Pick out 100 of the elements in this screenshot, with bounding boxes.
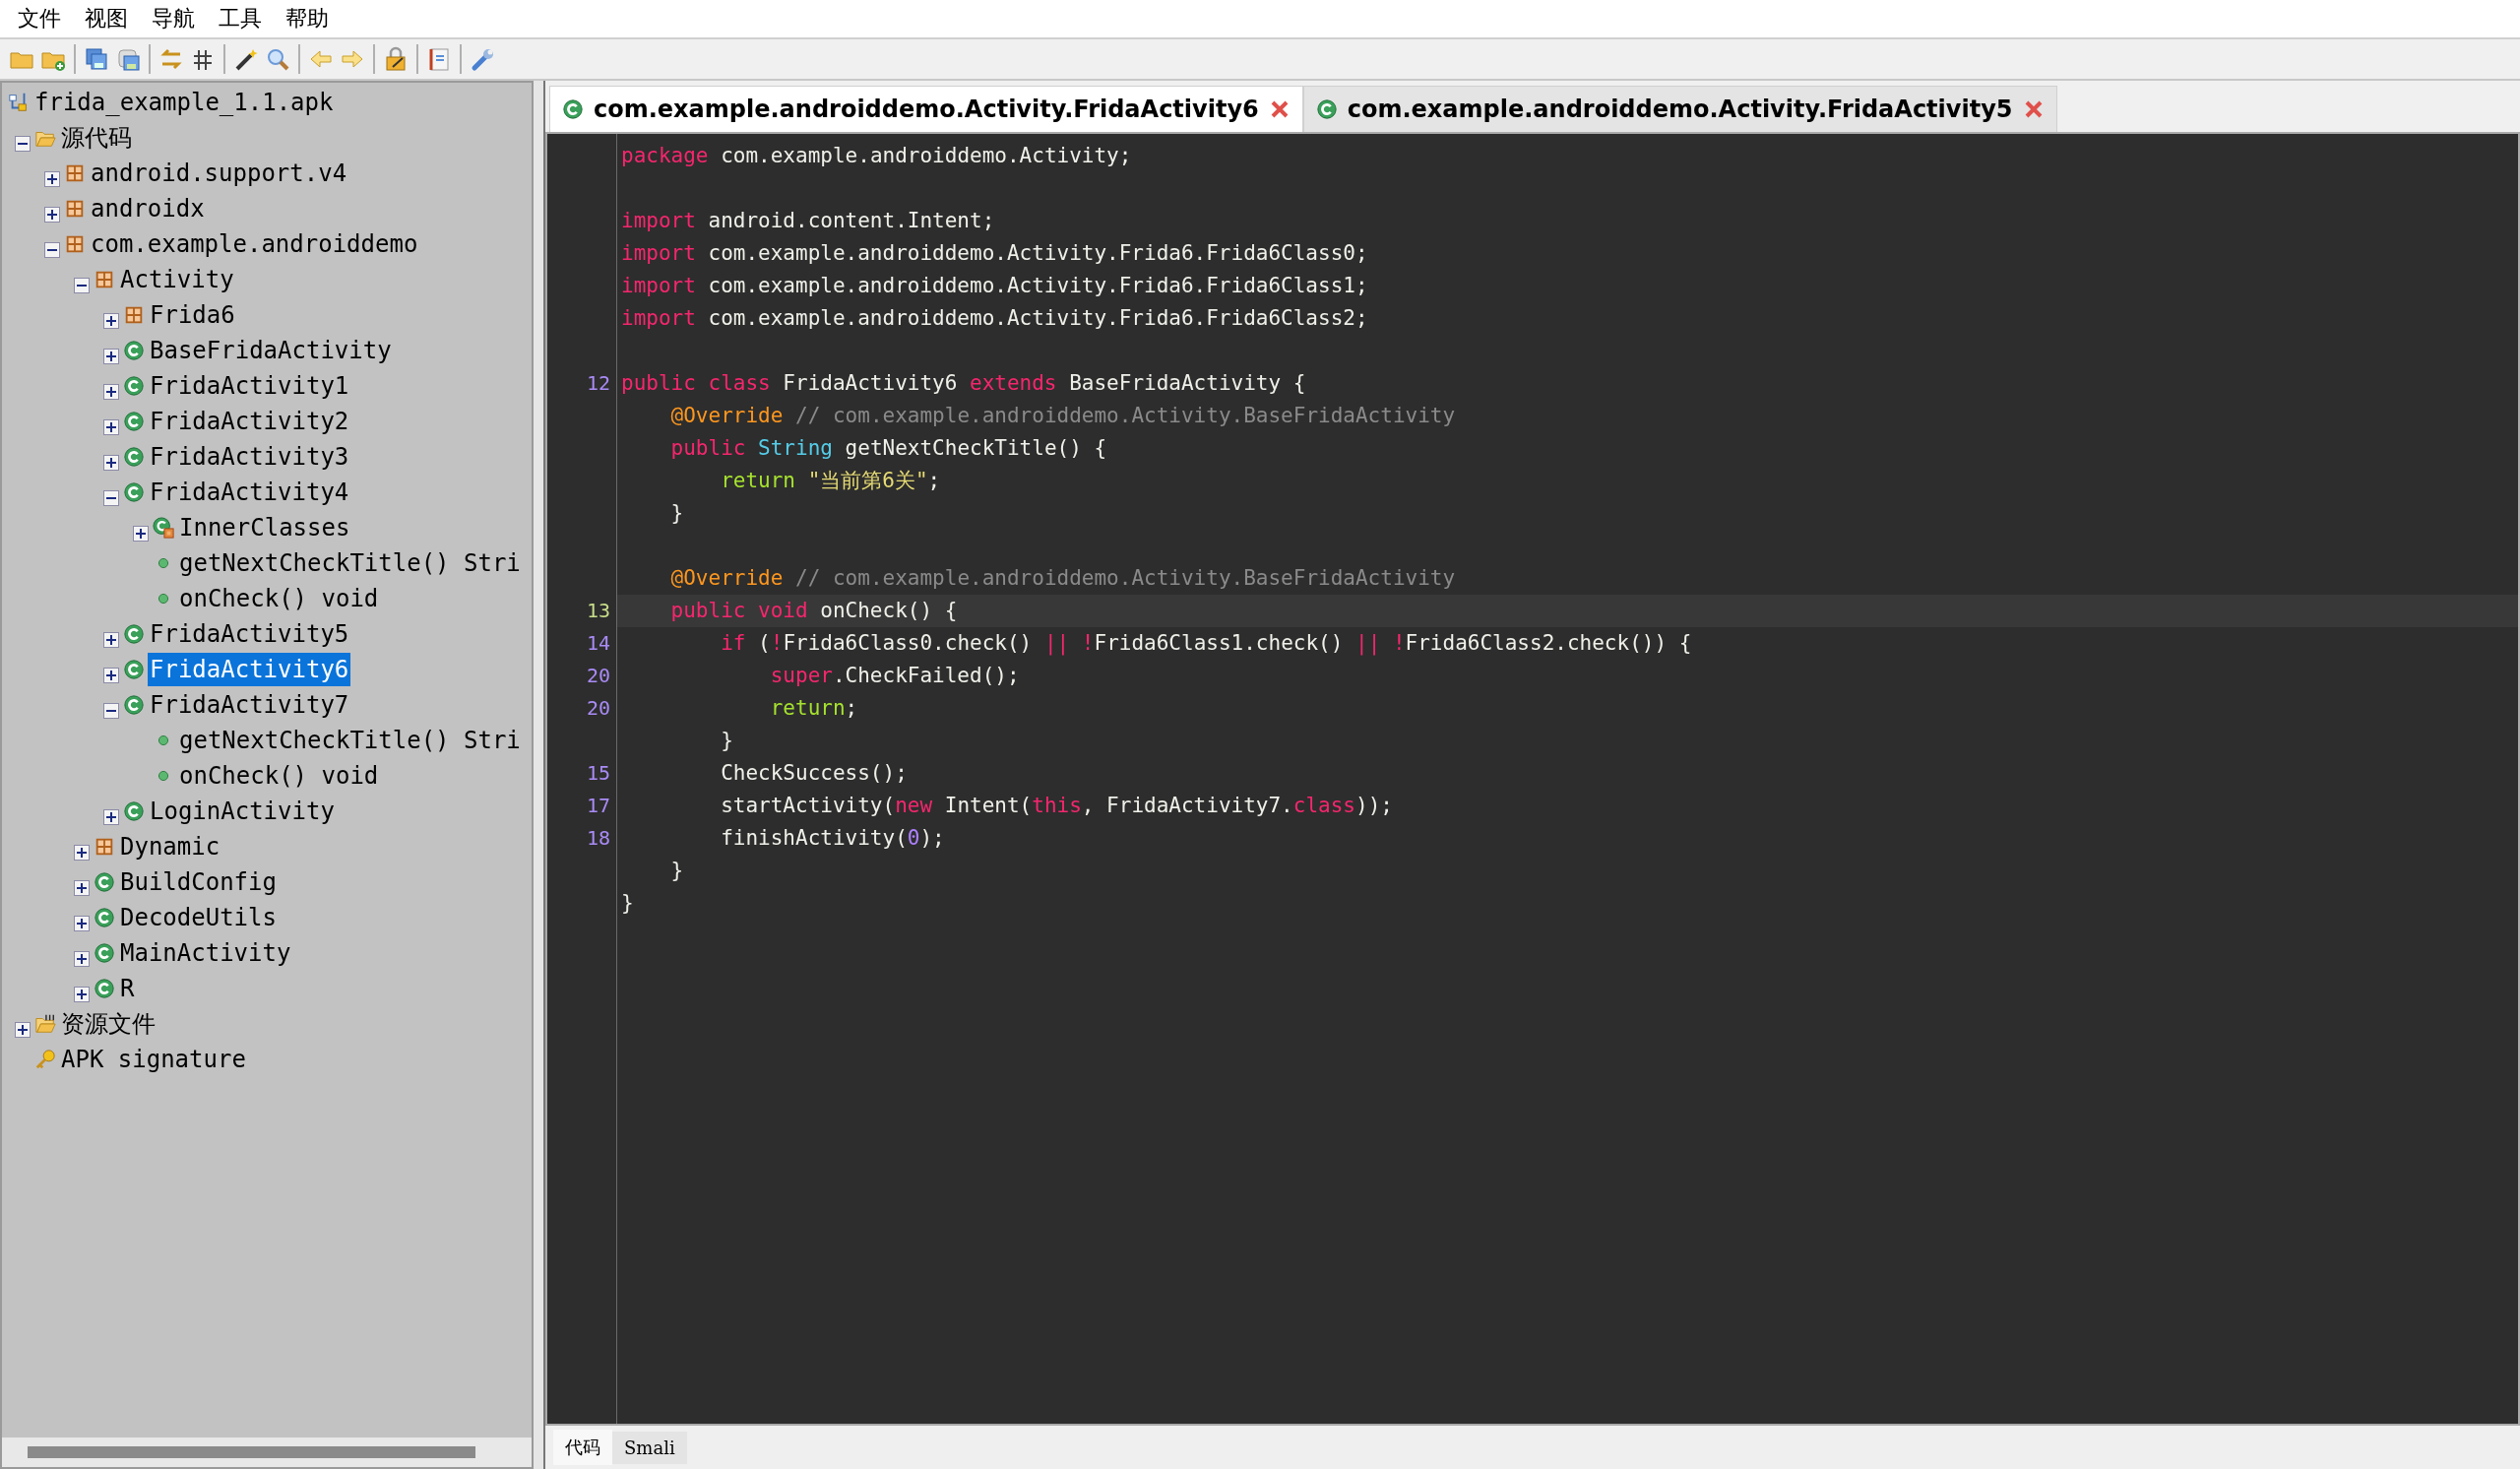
collapse-icon[interactable] <box>15 136 31 152</box>
line-number: 13 <box>585 598 611 624</box>
collapse-icon[interactable] <box>74 278 90 293</box>
tree-item[interactable]: android.support.v4 <box>89 157 349 190</box>
tree-item[interactable]: 资源文件 <box>59 1007 158 1041</box>
code-line: finishActivity(0); <box>720 825 946 852</box>
tree-item[interactable]: getNextCheckTitle() Stri <box>177 546 523 580</box>
package-icon <box>94 269 115 290</box>
expand-icon[interactable] <box>103 419 119 435</box>
package-icon <box>64 233 86 255</box>
tree-item[interactable]: MainActivity <box>118 936 293 970</box>
tree-item[interactable]: DecodeUtils <box>118 901 279 934</box>
expand-icon[interactable] <box>74 987 90 1002</box>
expand-icon[interactable] <box>103 384 119 400</box>
expand-icon[interactable] <box>44 171 60 187</box>
expand-icon[interactable] <box>74 951 90 967</box>
code-line: startActivity(new Intent(this, FridaActivity7.class)); <box>720 793 1394 819</box>
tree-item[interactable]: InnerClasses <box>177 511 352 544</box>
tree-item[interactable]: R <box>118 972 137 1005</box>
tree-item[interactable]: onCheck() void <box>177 582 381 615</box>
wrench-icon <box>470 46 495 72</box>
tree-item[interactable]: Dynamic <box>118 830 222 863</box>
tree-item[interactable]: getNextCheckTitle() Stri <box>177 724 523 757</box>
editor-tab[interactable]: com.example.androiddemo.Activity.FridaActivity6 <box>549 86 1303 132</box>
menu-item[interactable]: 帮助 <box>276 2 339 35</box>
expand-icon[interactable] <box>74 845 90 861</box>
menu-item[interactable]: 工具 <box>209 2 272 35</box>
class-icon <box>123 694 145 716</box>
tree-item[interactable]: com.example.androiddemo <box>89 227 420 261</box>
line-number: 15 <box>585 760 611 787</box>
expand-icon[interactable] <box>44 207 60 223</box>
class-icon <box>123 340 145 361</box>
class-icon <box>123 375 145 397</box>
tree-item[interactable]: FridaActivity4 <box>148 476 351 509</box>
tree-hierarchy-icon <box>8 92 30 113</box>
expand-icon[interactable] <box>15 1022 31 1038</box>
tree-item[interactable]: onCheck() void <box>177 759 381 793</box>
package-icon <box>64 198 86 220</box>
class-icon <box>94 907 115 928</box>
splitter[interactable] <box>534 81 545 1469</box>
expand-icon[interactable] <box>74 916 90 931</box>
save-all-icon <box>84 46 109 72</box>
code-line: public String getNextCheckTitle() { <box>669 435 1108 462</box>
scrollbar-thumb[interactable] <box>28 1446 475 1458</box>
expand-icon[interactable] <box>74 880 90 896</box>
tree-item[interactable]: APK signature <box>59 1043 248 1076</box>
tree-item[interactable]: FridaActivity2 <box>148 405 351 438</box>
code-line: @Override // com.example.androiddemo.Activity.BaseFridaActivity <box>669 403 1457 429</box>
editor-tab[interactable]: com.example.androiddemo.Activity.FridaActivity5 <box>1302 86 2057 132</box>
code-line: public void onCheck() { <box>669 598 959 624</box>
package-icon <box>64 162 86 184</box>
code-line: } <box>669 500 685 527</box>
tree-item[interactable]: LoginActivity <box>148 795 337 828</box>
view-tab[interactable]: Smali <box>612 1431 687 1464</box>
tree-item[interactable]: FridaActivity6 <box>148 653 351 686</box>
sync-arrows-icon <box>158 46 184 72</box>
code-line: @Override // com.example.androiddemo.Activity.BaseFridaActivity <box>669 565 1457 592</box>
tree-item[interactable]: BaseFridaActivity <box>148 334 394 367</box>
inner-class-icon <box>153 517 174 539</box>
expand-icon[interactable] <box>103 349 119 364</box>
expand-icon[interactable] <box>103 809 119 825</box>
tree-item[interactable]: FridaActivity1 <box>148 369 351 403</box>
expand-icon[interactable] <box>103 313 119 329</box>
key-icon <box>34 1049 56 1070</box>
line-number: 20 <box>585 663 611 689</box>
tree-item[interactable]: FridaActivity5 <box>148 617 351 651</box>
menu-item[interactable]: 文件 <box>8 2 71 35</box>
class-icon <box>123 411 145 432</box>
expand-icon[interactable] <box>133 526 149 542</box>
class-icon <box>94 978 115 999</box>
class-icon <box>123 481 145 503</box>
collapse-icon[interactable] <box>103 490 119 506</box>
lock-icon <box>383 46 409 72</box>
package-icon <box>123 304 145 326</box>
code-line: package com.example.androiddemo.Activity; <box>620 143 1133 169</box>
tree-item[interactable]: FridaActivity3 <box>148 440 351 474</box>
horizontal-scrollbar[interactable] <box>2 1437 532 1467</box>
line-number: 12 <box>585 370 611 397</box>
code-line: import android.content.Intent; <box>620 208 996 234</box>
collapse-icon[interactable] <box>44 242 60 258</box>
collapse-icon[interactable] <box>103 703 119 719</box>
code-line: super.CheckFailed(); <box>769 663 1021 689</box>
tree-item[interactable]: FridaActivity7 <box>148 688 351 722</box>
line-number: 18 <box>585 825 611 852</box>
save-icon <box>115 46 141 72</box>
expand-icon[interactable] <box>103 632 119 648</box>
menu-item[interactable]: 导航 <box>142 2 205 35</box>
tree-item[interactable]: frida_example_1.1.apk <box>32 86 336 119</box>
tree-item[interactable]: BuildConfig <box>118 865 279 899</box>
tree-item[interactable]: androidx <box>89 192 207 225</box>
menu-item[interactable]: 视图 <box>75 2 138 35</box>
class-icon <box>94 871 115 893</box>
package-icon <box>94 836 115 858</box>
tree-item[interactable]: Frida6 <box>148 298 237 332</box>
expand-icon[interactable] <box>103 668 119 683</box>
expand-icon[interactable] <box>103 455 119 471</box>
search-icon <box>265 46 290 72</box>
tree-item[interactable]: Activity <box>118 263 236 296</box>
view-tab[interactable]: 代码 <box>553 1430 612 1465</box>
tree-item[interactable]: 源代码 <box>59 121 134 155</box>
